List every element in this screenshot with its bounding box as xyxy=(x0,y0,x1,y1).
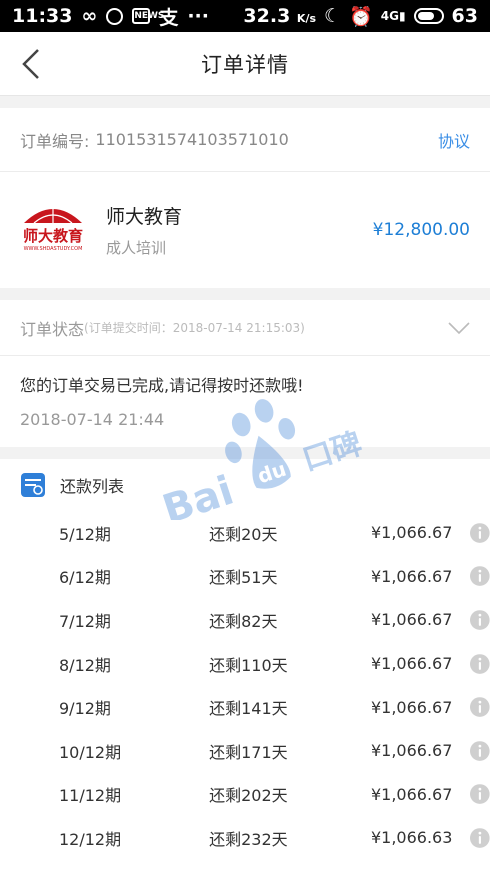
signal-icon: 4G▮ xyxy=(380,9,406,23)
more-icon: ··· xyxy=(187,5,209,27)
nav-bar: 订单详情 xyxy=(0,32,490,96)
battery-level: 63 xyxy=(451,5,478,27)
order-status-card: 订单状态 (订单提交时间：2018-07-14 21:15:03) 您的订单交易… xyxy=(0,300,490,447)
repayment-amount: ¥1,066.67 xyxy=(370,610,453,630)
repayment-amount: ¥1,066.67 xyxy=(370,654,453,674)
alarm-icon: ⏰ xyxy=(349,5,373,28)
repayment-row: 11/12期 还剩202天 ¥1,066.67 xyxy=(0,773,490,817)
repayment-period: 10/12期 xyxy=(59,742,122,762)
section-gap xyxy=(0,288,490,300)
info-icon[interactable] xyxy=(470,653,490,674)
merchant-info: 师大教育 成人培训 xyxy=(106,202,373,258)
repayment-amount: ¥1,066.67 xyxy=(370,784,453,804)
repayment-row: 10/12期 还剩171天 ¥1,066.67 xyxy=(0,729,490,773)
info-icon[interactable] xyxy=(470,740,490,761)
repayment-period: 12/12期 xyxy=(59,829,122,849)
repayment-amount: ¥1,066.67 xyxy=(370,697,453,717)
agreement-link[interactable]: 协议 xyxy=(438,128,470,152)
info-icon[interactable] xyxy=(470,828,490,848)
order-status-label: 订单状态 xyxy=(20,319,85,339)
status-message: 您的订单交易已完成,请记得按时还款哦! xyxy=(20,376,304,395)
infinity-icon: ∞ xyxy=(81,5,98,27)
info-icon[interactable] xyxy=(470,566,490,587)
repayment-period: 8/12期 xyxy=(59,655,111,675)
merchant-row: 师大教育 WWW.SHDASTUDY.COM 师大教育 成人培训 ¥12,800… xyxy=(0,172,490,288)
repayment-remaining: 还剩110天 xyxy=(209,655,288,675)
section-gap xyxy=(0,96,490,108)
info-icon[interactable] xyxy=(470,522,490,543)
page-title: 订单详情 xyxy=(201,52,289,77)
do-not-disturb-icon: ☾ xyxy=(324,5,342,27)
repayment-amount: ¥1,066.67 xyxy=(370,566,453,586)
network-speed: 32.3 K/s xyxy=(243,5,317,27)
repayment-remaining: 还剩232天 xyxy=(209,829,288,849)
order-price: ¥12,800.00 xyxy=(372,220,470,240)
order-status-header[interactable]: 订单状态 (订单提交时间：2018-07-14 21:15:03) xyxy=(0,300,490,356)
order-number-label: 订单编号: xyxy=(20,131,90,151)
repayment-header: 还款列表 xyxy=(0,459,490,511)
news-icon: NEWS xyxy=(132,8,164,24)
logo-text: 师大教育 xyxy=(22,227,83,245)
info-icon[interactable] xyxy=(470,784,490,805)
back-arrow-icon[interactable] xyxy=(18,47,48,81)
clock: 11:33 xyxy=(12,5,73,27)
repayment-remaining: 还剩51天 xyxy=(209,568,278,588)
repayment-period: 11/12期 xyxy=(59,786,122,806)
repayment-row: 12/12期 还剩232天 ¥1,066.63 xyxy=(0,816,490,860)
repayment-period: 6/12期 xyxy=(59,568,111,588)
repayment-row: 5/12期 还剩20天 ¥1,066.67 xyxy=(0,511,490,555)
merchant-name: 师大教育 xyxy=(106,206,183,228)
battery-icon xyxy=(413,8,444,24)
repayment-list: 5/12期 还剩20天 ¥1,066.67 6/12期 还剩51天 ¥1,066.67 7/… xyxy=(0,511,490,871)
repayment-row: 1/12期已还¥1,066.67 xyxy=(0,860,490,871)
order-card: 订单编号: 1101531574103571010 协议 师大教育 WWW.SH… xyxy=(0,108,490,288)
status-bar: 11:33 ∞ NEWS 支 ··· 32.3 K/s ☾ ⏰ 4G▮ 63 xyxy=(0,0,490,32)
repayment-remaining: 还剩20天 xyxy=(209,524,278,544)
order-number-row: 订单编号: 1101531574103571010 协议 xyxy=(0,108,490,172)
merchant-category: 成人培训 xyxy=(106,239,167,257)
logo-url: WWW.SHDASTUDY.COM xyxy=(23,246,83,252)
merchant-logo: 师大教育 WWW.SHDASTUDY.COM xyxy=(20,201,86,259)
repayment-remaining: 还剩82天 xyxy=(209,611,278,631)
alipay-icon: 支 xyxy=(159,6,179,29)
section-gap xyxy=(0,447,490,459)
repayment-remaining: 还剩141天 xyxy=(209,699,288,719)
info-icon[interactable] xyxy=(470,697,490,717)
repayment-amount: ¥1,066.67 xyxy=(370,523,453,543)
repayment-amount: ¥1,066.63 xyxy=(370,828,453,848)
repayment-row: 8/12期 还剩110天 ¥1,066.67 xyxy=(0,642,490,686)
info-icon[interactable] xyxy=(470,610,490,630)
repayment-period: 9/12期 xyxy=(59,699,111,719)
order-status-body: 您的订单交易已完成,请记得按时还款哦! 2018-07-14 21:44 xyxy=(0,356,490,447)
repayment-remaining: 还剩202天 xyxy=(209,786,288,806)
play-icon xyxy=(106,7,124,25)
repayment-period: 7/12期 xyxy=(59,611,111,631)
repayment-list-icon xyxy=(21,473,45,497)
repayment-row: 6/12期 还剩51天 ¥1,066.67 xyxy=(0,555,490,599)
repayment-title: 还款列表 xyxy=(60,477,125,496)
repayment-row: 9/12期 还剩141天 ¥1,066.67 xyxy=(0,685,490,729)
repayment-amount: ¥1,066.67 xyxy=(370,741,453,761)
repayment-period: 5/12期 xyxy=(59,524,111,544)
status-datetime: 2018-07-14 21:44 xyxy=(20,410,165,429)
repayment-remaining: 还剩171天 xyxy=(209,742,288,762)
order-number: 1101531574103571010 xyxy=(95,130,289,149)
umbrella-logo-icon xyxy=(24,205,82,224)
order-submit-time: (订单提交时间：2018-07-14 21:15:03) xyxy=(84,321,305,335)
repayment-row: 7/12期 还剩82天 ¥1,066.67 xyxy=(0,598,490,642)
chevron-down-icon[interactable] xyxy=(448,321,470,335)
repayment-card: 还款列表 5/12期 还剩20天 ¥1,066.67 6/12期 还剩51天 ¥1,066… xyxy=(0,459,490,871)
